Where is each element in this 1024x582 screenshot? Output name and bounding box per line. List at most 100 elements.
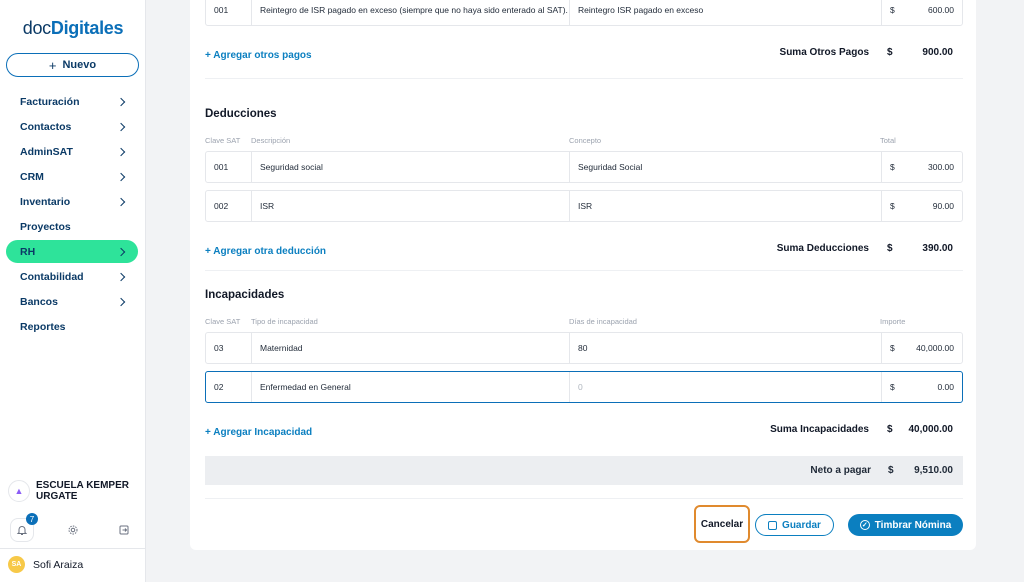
section-divider: [205, 270, 963, 271]
column-header-concepto: Concepto: [569, 136, 602, 145]
save-button-label: Guardar: [782, 519, 821, 531]
brand-logo[interactable]: docDigitales: [0, 18, 146, 39]
descripcion-cell: ISR: [252, 191, 570, 221]
deducciones-title: Deducciones: [205, 108, 277, 120]
check-circle-icon: ✓: [859, 520, 870, 530]
currency-symbol: $: [890, 201, 895, 211]
add-deduccion-link[interactable]: + Agregar otra deducción: [205, 246, 326, 257]
sidebar-item-label: Contactos: [20, 120, 72, 133]
sidebar-item-reportes[interactable]: Reportes: [6, 315, 138, 338]
sum-otros-pagos-value: 900.00: [922, 47, 953, 58]
tipo-cell: Maternidad: [252, 333, 570, 363]
settings-button[interactable]: [61, 518, 85, 542]
chevron-right-icon: [116, 272, 126, 281]
sidebar-item-label: Proyectos: [20, 220, 71, 233]
sidebar-item-contactos[interactable]: Contactos: [6, 115, 138, 138]
add-incapacidad-link[interactable]: + Agregar Incapacidad: [205, 427, 312, 438]
section-divider: [205, 78, 963, 79]
deduccion-row[interactable]: 001 Seguridad social Seguridad Social $3…: [205, 151, 963, 183]
neto-currency: $: [888, 465, 894, 476]
sum-otros-pagos-label: Suma Otros Pagos: [779, 47, 869, 58]
organization-name: ESCUELA KEMPER URGATE: [36, 480, 129, 502]
sidebar-item-label: AdminSAT: [20, 145, 73, 158]
organization-name-line2: URGATE: [36, 491, 78, 502]
cancel-button-label: Cancelar: [700, 518, 744, 530]
sidebar-item-facturacion[interactable]: Facturación: [6, 90, 138, 113]
new-button[interactable]: + Nuevo: [6, 53, 139, 77]
sidebar: docDigitales + Nuevo Facturación Contact…: [0, 0, 146, 582]
importe-cell[interactable]: $40,000.00: [882, 333, 962, 363]
sidebar-item-label: RH: [20, 245, 36, 258]
chevron-right-icon: [116, 172, 126, 181]
chevron-right-icon: [116, 297, 126, 306]
organization-switcher[interactable]: ▲ ESCUELA KEMPER URGATE: [8, 480, 140, 502]
bell-icon: [16, 526, 28, 535]
total-value: 600.00: [928, 5, 954, 15]
importe-cell[interactable]: $0.00: [882, 372, 962, 402]
sum-deducciones-label: Suma Deducciones: [776, 243, 869, 254]
sidebar-item-bancos[interactable]: Bancos: [6, 290, 138, 313]
currency-symbol: $: [890, 382, 895, 392]
concepto-cell: Seguridad Social: [570, 152, 882, 182]
payroll-form-card: 001 Reintegro de ISR pagado en exceso (s…: [190, 0, 976, 550]
sidebar-nav: Facturación Contactos AdminSAT CRM Inven…: [6, 90, 138, 340]
organization-logo-icon: ▲: [8, 480, 30, 502]
sidebar-item-label: Facturación: [20, 95, 80, 108]
tipo-cell: Enfermedad en General: [252, 372, 570, 402]
clave-cell: 002: [206, 191, 252, 221]
chevron-right-icon: [116, 147, 126, 156]
column-header-descripcion: Descripción: [251, 136, 291, 145]
sidebar-item-label: Reportes: [20, 320, 66, 333]
descripcion-cell: Seguridad social: [252, 152, 570, 182]
total-cell[interactable]: $90.00: [882, 191, 962, 221]
sidebar-item-rh[interactable]: RH: [6, 240, 138, 263]
total-cell[interactable]: $600.00: [882, 0, 962, 25]
timbrar-nomina-button[interactable]: ✓ Timbrar Nómina: [848, 514, 963, 536]
otros-pagos-row[interactable]: 001 Reintegro de ISR pagado en exceso (s…: [205, 0, 963, 26]
notifications-button[interactable]: 7: [10, 513, 38, 542]
incapacidad-row[interactable]: 02 Enfermedad en General 0 $0.00: [205, 371, 963, 403]
concepto-cell: Reintegro ISR pagado en exceso: [570, 0, 882, 25]
brand-logo-part1: doc: [22, 18, 51, 38]
timbrar-button-label: Timbrar Nómina: [874, 519, 952, 531]
total-cell[interactable]: $300.00: [882, 152, 962, 182]
sidebar-item-inventario[interactable]: Inventario: [6, 190, 138, 213]
clave-cell: 001: [206, 152, 252, 182]
sidebar-item-contabilidad[interactable]: Contabilidad: [6, 265, 138, 288]
sum-incapacidades-label: Suma Incapacidades: [770, 424, 869, 435]
column-header-total: Total: [880, 136, 896, 145]
sum-deducciones-value: 390.00: [922, 243, 953, 254]
user-name: Sofi Araiza: [33, 558, 84, 571]
sidebar-item-label: Contabilidad: [20, 270, 84, 283]
user-profile[interactable]: SA Sofi Araiza: [8, 556, 83, 573]
clave-cell: 02: [206, 372, 252, 402]
sum-incapacidades-value: 40,000.00: [908, 424, 954, 435]
chevron-right-icon: [116, 122, 126, 131]
total-value: 90.00: [932, 201, 954, 211]
chevron-right-icon: [116, 97, 126, 106]
save-button[interactable]: Guardar: [755, 514, 834, 536]
save-icon: [768, 520, 778, 530]
dias-field[interactable]: 80: [570, 333, 882, 363]
avatar: SA: [8, 556, 25, 573]
sidebar-item-label: Bancos: [20, 295, 58, 308]
sidebar-item-crm[interactable]: CRM: [6, 165, 138, 188]
sidebar-item-proyectos[interactable]: Proyectos: [6, 215, 138, 238]
section-divider: [205, 498, 963, 499]
sidebar-item-adminsat[interactable]: AdminSAT: [6, 140, 138, 163]
cancel-button[interactable]: Cancelar: [694, 505, 750, 543]
deduccion-row[interactable]: 002 ISR ISR $90.00: [205, 190, 963, 222]
column-header-dias: Días de incapacidad: [569, 317, 637, 326]
neto-label: Neto a pagar: [810, 465, 871, 476]
sidebar-utility-icons: 7: [10, 513, 136, 542]
add-otros-pagos-link[interactable]: + Agregar otros pagos: [205, 50, 312, 61]
clave-cell: 001: [206, 0, 252, 25]
chevron-right-icon: [116, 197, 126, 206]
logout-button[interactable]: [112, 518, 136, 542]
dias-field[interactable]: 0: [570, 372, 882, 402]
importe-value: 0.00: [937, 382, 954, 392]
incapacidad-row[interactable]: 03 Maternidad 80 $40,000.00: [205, 332, 963, 364]
column-header-clave: Clave SAT: [205, 317, 241, 326]
currency-symbol: $: [890, 343, 895, 353]
logout-icon: [119, 525, 129, 535]
